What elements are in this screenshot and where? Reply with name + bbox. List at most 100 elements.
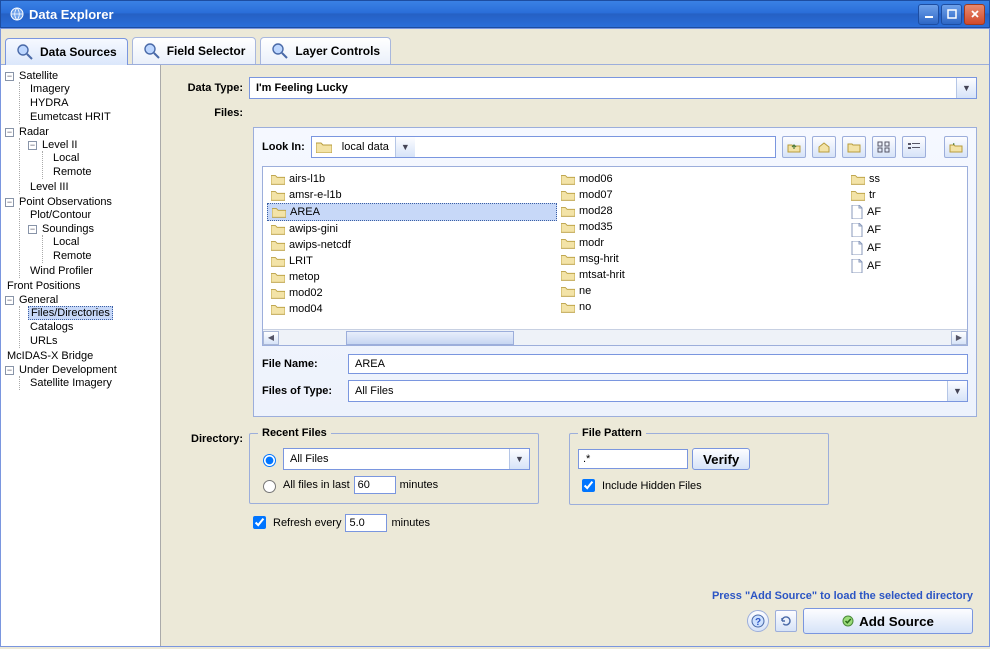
tab-label: Layer Controls [295,44,380,58]
tree-toggle[interactable]: − [5,128,14,137]
verify-button[interactable]: Verify [692,448,750,470]
file-list[interactable]: airs-l1bamsr-e-l1bAREAawips-giniawips-ne… [262,166,968,346]
folder-item[interactable]: ss [847,171,968,187]
tab-layer-controls[interactable]: Layer Controls [260,37,391,64]
folder-item[interactable]: mod35 [557,219,847,235]
item-label: ne [579,285,591,297]
scroll-thumb[interactable] [346,331,514,345]
tree-node-underdev[interactable]: Under Development [17,364,119,376]
folder-item[interactable]: airs-l1b [267,171,557,187]
scroll-right-button[interactable]: ▶ [951,331,967,345]
folder-item[interactable]: modr [557,235,847,251]
radio-all-files[interactable] [263,454,276,467]
tree-node-front[interactable]: Front Positions [5,280,82,292]
tree-node-satellite[interactable]: Satellite [17,70,60,82]
tree-toggle[interactable]: − [5,198,14,207]
tree-node-pt-snd-remote[interactable]: Remote [51,250,94,262]
tree-node-sat-eumet[interactable]: Eumetcast HRIT [28,111,113,123]
up-folder-button[interactable] [782,136,806,158]
tree-node-pt-snd-local[interactable]: Local [51,236,81,248]
input-pattern[interactable] [578,449,688,469]
input-refresh-minutes[interactable] [345,514,387,532]
maximize-button[interactable] [941,4,962,25]
file-name-input[interactable]: AREA [348,354,968,374]
chk-include-hidden[interactable] [582,479,595,492]
tree-node-general[interactable]: General [17,294,60,306]
item-label: AF [867,224,881,236]
tree-node-ud-sat[interactable]: Satellite Imagery [28,377,114,389]
new-folder-button[interactable] [842,136,866,158]
tree-node-radar-l2[interactable]: Level II [40,139,79,151]
folder-item[interactable]: mod04 [267,301,557,317]
folder-item[interactable]: no [557,299,847,315]
minimize-button[interactable] [918,4,939,25]
folder-item[interactable]: metop [267,269,557,285]
tree-node-radar-l2-local[interactable]: Local [51,152,81,164]
combo-data-type[interactable]: I'm Feeling Lucky ▼ [249,77,977,99]
file-item[interactable]: AF [847,239,968,257]
folder-item[interactable]: awips-gini [267,221,557,237]
tree-toggle[interactable]: − [28,141,37,150]
tree-node-pt-wind[interactable]: Wind Profiler [28,265,95,277]
tree-node-pt-snd[interactable]: Soundings [40,223,96,235]
tree-node-ptobs[interactable]: Point Observations [17,196,114,208]
radio-all-in-last[interactable] [263,480,276,493]
source-tree[interactable]: −Satellite Imagery HYDRA Eumetcast HRIT … [1,65,161,646]
chevron-down-icon[interactable]: ▼ [947,381,967,401]
folder-item[interactable]: msg-hrit [557,251,847,267]
folder-item[interactable]: mod06 [557,171,847,187]
help-button[interactable]: ? [747,610,769,632]
folder-item[interactable]: mod28 [557,203,847,219]
folder-item[interactable]: mod07 [557,187,847,203]
folder-item[interactable]: awips-netcdf [267,237,557,253]
tree-node-radar[interactable]: Radar [17,126,51,138]
combo-lookin[interactable]: local data ▼ [311,136,776,158]
scroll-left-button[interactable]: ◀ [263,331,279,345]
folder-item[interactable]: tr [847,187,968,203]
combo-recent-all[interactable]: All Files ▼ [283,448,530,470]
combo-files-of-type[interactable]: All Files ▼ [348,380,968,402]
file-item[interactable]: AF [847,221,968,239]
tab-data-sources[interactable]: Data Sources [5,38,128,65]
tree-node-catalogs[interactable]: Catalogs [28,321,75,333]
tree-toggle[interactable]: − [5,72,14,81]
chk-refresh[interactable] [253,516,266,529]
folder-item[interactable]: LRIT [267,253,557,269]
file-item[interactable]: AF [847,257,968,275]
combo-value: All Files [349,385,947,397]
list-view-button[interactable] [872,136,896,158]
details-view-button[interactable] [902,136,926,158]
tree-toggle[interactable]: − [28,225,37,234]
titlebar[interactable]: Data Explorer [0,0,990,28]
tree-toggle[interactable]: − [5,296,14,305]
tree-node-urls[interactable]: URLs [28,335,60,347]
folder-item[interactable]: AREA [267,203,557,221]
folder-item[interactable]: amsr-e-l1b [267,187,557,203]
home-button[interactable] [812,136,836,158]
chevron-down-icon[interactable]: ▼ [395,137,415,157]
input-last-minutes[interactable] [354,476,396,494]
tree-node-sat-imagery[interactable]: Imagery [28,83,72,95]
folder-icon [561,237,575,249]
tree-node-pt-plot[interactable]: Plot/Contour [28,209,93,221]
chevron-down-icon[interactable]: ▼ [509,449,529,469]
add-source-button[interactable]: Add Source [803,608,973,634]
refresh-button[interactable] [775,610,797,632]
folder-item[interactable]: mtsat-hrit [557,267,847,283]
svg-text:?: ? [755,617,761,628]
close-button[interactable] [964,4,985,25]
h-scrollbar[interactable]: ◀ ▶ [263,329,967,345]
chevron-down-icon[interactable]: ▼ [956,78,976,98]
tab-field-selector[interactable]: Field Selector [132,37,257,64]
tree-node-files-dirs[interactable]: Files/Directories [28,306,113,320]
tree-node-radar-l3[interactable]: Level III [28,181,71,193]
folder-item[interactable]: mod02 [267,285,557,301]
file-item[interactable]: AF [847,203,968,221]
tree-node-radar-l2-remote[interactable]: Remote [51,166,94,178]
tree-toggle[interactable]: − [5,366,14,375]
folder-item[interactable]: ne [557,283,847,299]
item-label: mod07 [579,189,613,201]
tree-node-sat-hydra[interactable]: HYDRA [28,97,71,109]
tree-node-mcidasx[interactable]: McIDAS-X Bridge [5,350,95,362]
refresh-folder-button[interactable] [944,136,968,158]
